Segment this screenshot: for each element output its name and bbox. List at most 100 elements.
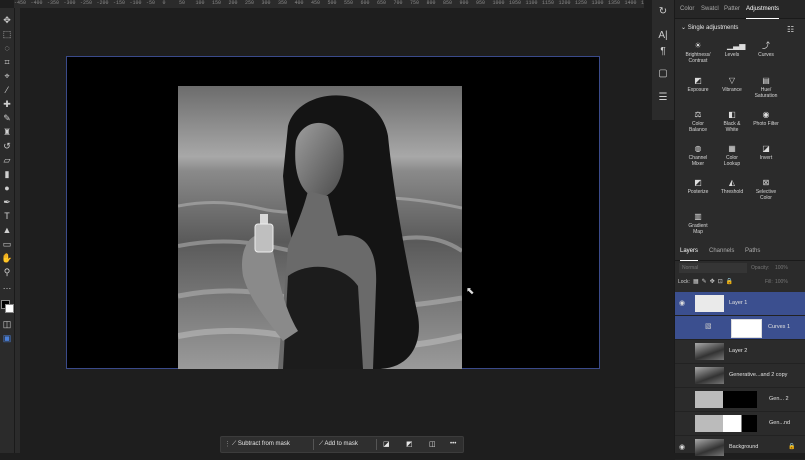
layer-name[interactable]: Layer 1 bbox=[729, 292, 747, 315]
layer-thumbnail[interactable] bbox=[695, 367, 724, 384]
tab-color[interactable]: Color bbox=[680, 0, 694, 18]
layer-name[interactable]: Background bbox=[729, 436, 758, 459]
lock-options-icon[interactable]: ▦✎✥⊡🔒 bbox=[693, 278, 736, 285]
eyedropper-tool-icon[interactable]: ⁄ bbox=[1, 84, 13, 96]
layer-thumbnail[interactable] bbox=[695, 343, 724, 360]
adjustment-channel-mixer[interactable]: ◍ Channel Mixer bbox=[679, 144, 717, 167]
history-icon[interactable]: ↻ bbox=[655, 4, 671, 20]
adjustment-curves[interactable]: ⤴ Curves bbox=[747, 41, 785, 58]
adjustment-brightness-contrast[interactable]: ☀ Brightness/ Contrast bbox=[679, 41, 717, 64]
ruler-tick-label: 950 bbox=[476, 0, 486, 6]
path-select-tool-icon[interactable]: ▲ bbox=[1, 224, 13, 236]
dodge-tool-icon[interactable]: ● bbox=[1, 182, 13, 194]
adjustment-label: Gradient Map bbox=[688, 223, 708, 235]
type-tool-icon[interactable]: T bbox=[1, 210, 13, 222]
character-icon[interactable]: A| bbox=[655, 28, 671, 44]
healing-brush-tool-icon[interactable]: ✚ bbox=[1, 98, 13, 110]
opacity-value[interactable]: 100% bbox=[775, 263, 788, 273]
curves-icon: ⤴ bbox=[762, 41, 770, 50]
fill-value[interactable]: 100% bbox=[775, 279, 788, 285]
adjustment-posterize[interactable]: ◩ Posterize bbox=[679, 178, 717, 195]
subtract-from-mask-button[interactable]: ⟋ Subtract from mask bbox=[232, 437, 290, 452]
layer-name[interactable]: Layer 2 bbox=[729, 340, 747, 363]
layer-row[interactable]: ◉ Background 🔒 bbox=[675, 436, 805, 460]
adjust-sliders-icon[interactable]: ☰ bbox=[655, 90, 671, 106]
layer-row[interactable]: Gen...nd bbox=[675, 412, 805, 436]
adjustment-photo-filter[interactable]: ◉ Photo Filter bbox=[747, 110, 785, 127]
move-tool-icon[interactable]: ✥ bbox=[1, 14, 13, 26]
layer-name[interactable]: Gen... 2 bbox=[769, 388, 789, 411]
adjustment-label: Curves bbox=[758, 52, 774, 58]
visibility-eye-icon[interactable]: ◉ bbox=[679, 292, 685, 315]
brush-tool-icon[interactable]: ✎ bbox=[1, 112, 13, 124]
stamp-tool-icon[interactable]: ♜ bbox=[1, 126, 13, 138]
layer-row[interactable]: ◉ Layer 1 bbox=[675, 292, 805, 316]
adjustment-label: Photo Filter bbox=[753, 121, 779, 127]
object-select-tool-icon[interactable]: ⌖ bbox=[1, 70, 13, 82]
adjustment-selective-color[interactable]: ⊠ Selective Color bbox=[747, 178, 785, 201]
marquee-tool-icon[interactable]: ⬚ bbox=[1, 28, 13, 40]
adjustment-vibrance[interactable]: ▽ Vibrance bbox=[713, 76, 751, 93]
single-adjustments-header[interactable]: ⌄ Single adjustments bbox=[681, 24, 738, 31]
drag-handle-icon[interactable]: ⋮ bbox=[224, 437, 231, 452]
list-view-icon[interactable]: ☷ bbox=[787, 25, 794, 34]
black-white-icon: ◧ bbox=[728, 110, 736, 119]
screen-mode-icon[interactable]: ▣ bbox=[1, 332, 13, 344]
layer-mask-thumbnail[interactable] bbox=[695, 415, 757, 432]
adjustment-levels[interactable]: ▁▃▅ Levels bbox=[713, 41, 751, 58]
properties-icon[interactable]: ▢ bbox=[655, 66, 671, 82]
crop-tool-icon[interactable]: ⌗ bbox=[1, 56, 13, 68]
ruler-tick-label: 700 bbox=[393, 0, 403, 6]
paragraph-icon[interactable]: ¶ bbox=[655, 44, 671, 60]
adjustment-hue-saturation[interactable]: ▤ Hue/ Saturation bbox=[747, 76, 785, 99]
mask-options-icon[interactable]: ◩ bbox=[406, 437, 413, 452]
tab-patterns[interactable]: Patter bbox=[724, 0, 740, 18]
adjustment-black-white[interactable]: ◧ Black & White bbox=[713, 110, 751, 133]
eraser-tool-icon[interactable]: ▱ bbox=[1, 154, 13, 166]
layer-mask-thumbnail[interactable] bbox=[695, 391, 757, 408]
layer-row[interactable]: Layer 2 bbox=[675, 340, 805, 364]
more-options-button[interactable]: ••• bbox=[450, 437, 456, 452]
ruler-tick-label: 0 bbox=[162, 0, 166, 6]
layer-mask-thumbnail[interactable] bbox=[731, 319, 762, 338]
photo-graphic bbox=[178, 86, 462, 369]
layer-name[interactable]: Generative...and 2 copy bbox=[729, 364, 787, 387]
tab-paths[interactable]: Paths bbox=[745, 242, 760, 260]
shape-tool-icon[interactable]: ▭ bbox=[1, 238, 13, 250]
layer-row[interactable]: ▧ Curves 1 bbox=[675, 316, 805, 340]
tab-swatches[interactable]: Swatcl bbox=[701, 0, 719, 18]
layer-name[interactable]: Gen...nd bbox=[769, 412, 790, 435]
layer-thumbnail[interactable] bbox=[695, 439, 724, 456]
invert-mask-icon[interactable]: ◪ bbox=[383, 437, 390, 452]
lasso-tool-icon[interactable]: ◌ bbox=[1, 42, 13, 54]
layer-row[interactable]: Gen... 2 bbox=[675, 388, 805, 412]
fill-mask-icon[interactable]: ◫ bbox=[429, 437, 436, 452]
pen-tool-icon[interactable]: ✒ bbox=[1, 196, 13, 208]
ruler-tick-label: 250 bbox=[245, 0, 255, 6]
tab-adjustments[interactable]: Adjustments bbox=[746, 0, 780, 19]
adjustment-gradient-map[interactable]: ▥ Gradient Map bbox=[679, 212, 717, 235]
gradient-tool-icon[interactable]: ▮ bbox=[1, 168, 13, 180]
adjustment-exposure[interactable]: ◩ Exposure bbox=[679, 76, 717, 93]
adjustment-color-balance[interactable]: ⚖ Color Balance bbox=[679, 110, 717, 133]
blend-mode-select[interactable]: Normal bbox=[679, 263, 747, 273]
quick-mask-icon[interactable]: ◫ bbox=[1, 318, 13, 330]
adjustment-threshold[interactable]: ◭ Threshold bbox=[713, 178, 751, 195]
layer-row[interactable]: Generative...and 2 copy bbox=[675, 364, 805, 388]
visibility-eye-icon[interactable]: ◉ bbox=[679, 436, 685, 459]
exposure-icon: ◩ bbox=[694, 76, 702, 85]
adjustment-invert[interactable]: ◪ Invert bbox=[747, 144, 785, 161]
hand-tool-icon[interactable]: ✋ bbox=[1, 252, 13, 264]
adjustment-color-lookup[interactable]: ▦ Color Lookup bbox=[713, 144, 751, 167]
layer-thumbnail[interactable] bbox=[695, 295, 724, 312]
add-to-mask-button[interactable]: ⟋ Add to mask bbox=[319, 437, 358, 452]
canvas-image-woman-with-perfume[interactable] bbox=[178, 86, 462, 369]
zoom-tool-icon[interactable]: ⚲ bbox=[1, 266, 13, 278]
tab-channels[interactable]: Channels bbox=[709, 242, 734, 260]
history-brush-tool-icon[interactable]: ↺ bbox=[1, 140, 13, 152]
background-color-swatch[interactable] bbox=[5, 304, 14, 313]
more-tools-icon[interactable]: … bbox=[1, 280, 13, 292]
layer-name[interactable]: Curves 1 bbox=[768, 316, 790, 339]
tab-layers[interactable]: Layers bbox=[680, 242, 699, 261]
right-panel: Color Swatcl Patter Adjustments ⌄ Single… bbox=[674, 0, 805, 460]
